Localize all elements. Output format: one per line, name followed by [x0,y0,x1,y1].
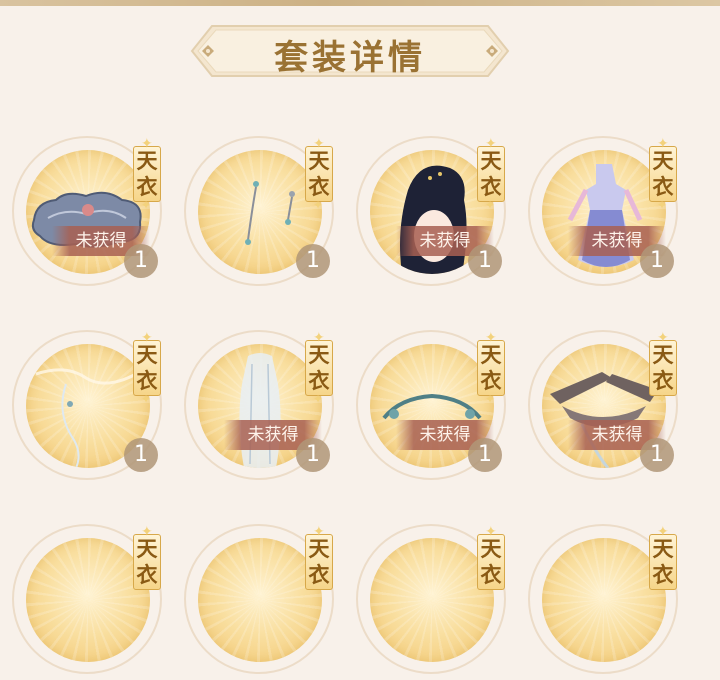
tag-label: 天衣 [308,342,330,393]
tag-label: 天衣 [480,536,502,587]
tag-label: 天衣 [652,148,674,199]
tag-label: 天衣 [308,536,330,587]
count-badge: 1 [296,244,330,278]
count-badge: 1 [124,438,158,472]
item-card[interactable]: ✦ 天衣 [180,520,340,680]
count-badge: 1 [640,438,674,472]
item-grid: ✦ ✦ 天衣 未获得 1 ✦ ✦ 天衣 1 ✦ ✦ 天衣 未获得 1 ✦ ✦ 天… [0,0,720,674]
tag-label: 天衣 [480,342,502,393]
tag-label: 天衣 [136,536,158,587]
tag-label: 天衣 [480,148,502,199]
tag-label: 天衣 [652,342,674,393]
count-badge: 1 [640,244,674,278]
count-badge: 1 [296,438,330,472]
item-card[interactable]: ✦ 天衣 [352,520,512,680]
tag-label: 天衣 [136,342,158,393]
item-card[interactable]: ✦ 天衣 [8,520,168,680]
item-card[interactable]: ✦ ✦ 天衣 1 [8,326,168,486]
tag-label: 天衣 [136,148,158,199]
count-badge: 1 [468,244,502,278]
item-card[interactable]: ✦ ✦ 天衣 未获得 1 [8,132,168,292]
tianyi-tag: ✦ ✦ 天衣 [127,136,167,212]
tag-label: 天衣 [652,536,674,587]
item-card[interactable]: ✦ 天衣 [524,520,684,680]
item-card[interactable]: ✦ ✦ 天衣 1 [180,132,340,292]
item-card[interactable]: ✦ ✦ 天衣 未获得 1 [524,132,684,292]
item-card[interactable]: ✦ ✦ 天衣 未获得 1 [352,326,512,486]
tag-label: 天衣 [308,148,330,199]
count-badge: 1 [124,244,158,278]
item-card[interactable]: ✦ ✦ 天衣 未获得 1 [524,326,684,486]
count-badge: 1 [468,438,502,472]
item-card[interactable]: ✦ ✦ 天衣 未获得 1 [180,326,340,486]
item-card[interactable]: ✦ ✦ 天衣 未获得 1 [352,132,512,292]
